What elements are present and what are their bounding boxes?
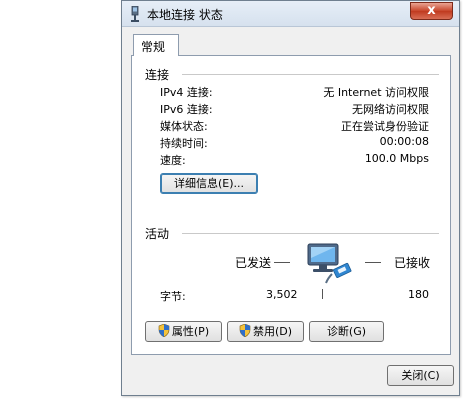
network-activity-icon xyxy=(307,243,352,284)
uac-shield-icon xyxy=(158,324,170,337)
close-icon: x xyxy=(427,3,436,18)
tab-general[interactable]: 常规 xyxy=(133,34,179,56)
received-label: 已接收 xyxy=(394,256,431,270)
uac-shield-icon xyxy=(239,324,251,337)
disable-label: 禁用(D) xyxy=(252,325,293,338)
speed-label: 速度: xyxy=(160,154,186,167)
status-dialog: 本地连接 状态 x 常规 连接 IPv4 连接: 无 Internet 访问权限… xyxy=(121,0,460,396)
diagnose-button[interactable]: 诊断(G) xyxy=(309,321,384,342)
activity-divider xyxy=(182,233,439,234)
speed-value: 100.0 Mbps xyxy=(364,152,429,165)
window-title: 本地连接 状态 xyxy=(147,8,223,22)
tab-panel-general: 连接 IPv4 连接: 无 Internet 访问权限 IPv6 连接: 无网络… xyxy=(131,55,451,355)
bytes-label: 字节: xyxy=(160,290,186,303)
ipv6-label: IPv6 连接: xyxy=(160,103,213,116)
sent-dash xyxy=(274,262,290,263)
ipv4-value: 无 Internet 访问权限 xyxy=(323,86,429,99)
ipv6-value: 无网络访问权限 xyxy=(352,103,429,116)
network-connection-icon xyxy=(131,6,139,22)
ipv4-label: IPv4 连接: xyxy=(160,86,213,99)
media-state-value: 正在尝试身份验证 xyxy=(341,120,429,133)
media-state-label: 媒体状态: xyxy=(160,120,208,133)
connection-heading: 连接 xyxy=(145,68,170,82)
duration-value: 00:00:08 xyxy=(379,135,429,148)
details-button[interactable]: 详细信息(E)... xyxy=(160,173,258,194)
bytes-sent-value: 3,502 xyxy=(266,288,298,301)
activity-tick xyxy=(322,289,323,299)
bytes-received-value: 180 xyxy=(408,288,429,301)
properties-label: 属性(P) xyxy=(171,325,210,338)
duration-label: 持续时间: xyxy=(160,137,208,150)
close-button[interactable]: 关闭(C) xyxy=(387,365,454,386)
connection-divider xyxy=(182,74,439,75)
close-window-button[interactable]: x xyxy=(410,2,453,20)
title-bar[interactable]: 本地连接 状态 x xyxy=(122,1,459,27)
properties-button[interactable]: 属性(P) xyxy=(145,321,222,342)
disable-button[interactable]: 禁用(D) xyxy=(227,321,304,342)
received-dash xyxy=(365,262,381,263)
sent-label: 已发送 xyxy=(235,256,272,270)
activity-heading: 活动 xyxy=(145,227,170,241)
